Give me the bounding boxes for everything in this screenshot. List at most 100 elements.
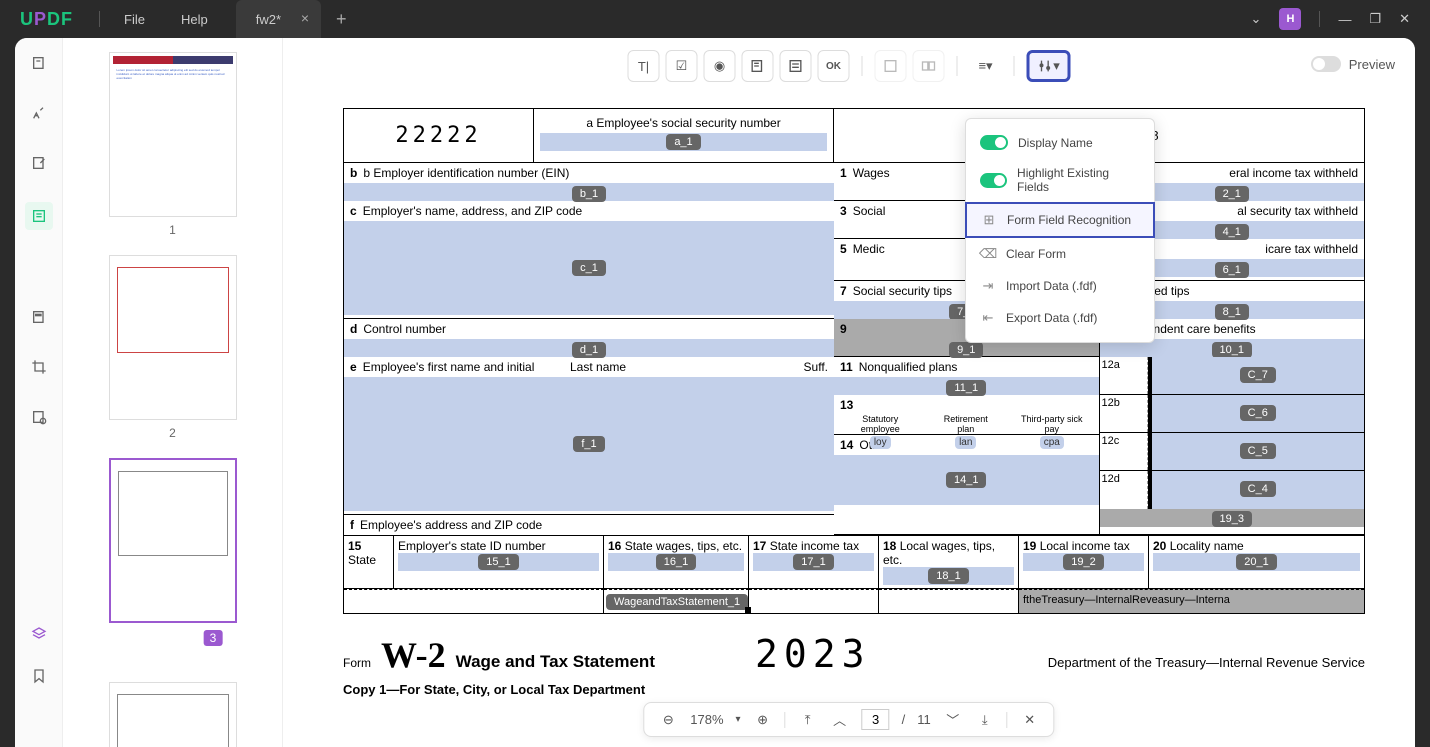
field-f1[interactable]: f_1 [573,436,604,452]
dd-display-name[interactable]: Display Name [966,127,1154,158]
thumbnail-number-2: 2 [73,426,272,440]
protect-tool-icon[interactable] [28,406,50,428]
preview-toggle[interactable]: Preview [1311,56,1395,72]
maximize-icon[interactable]: ❐ [1369,11,1381,27]
new-tab-button[interactable]: + [336,9,347,30]
organize-tool-icon[interactable] [28,306,50,328]
last-page-icon[interactable]: ⤓ [975,712,995,728]
thumbnail-page-1[interactable]: Lorem ipsum dolor sit amet consectetur a… [109,52,237,217]
field-17-1[interactable]: 17_1 [793,554,833,570]
field-13-3[interactable]: cpa [1040,436,1064,449]
box-b: bb Employer identification number (EIN) … [344,163,834,201]
box-a: a Employee's social security number a_1 [534,109,834,162]
field-4-1[interactable]: 4_1 [1215,224,1249,240]
field-c7[interactable]: C_7 [1240,367,1276,383]
field-13-2[interactable]: lan [955,436,976,449]
field-c5[interactable]: C_5 [1240,443,1276,459]
zoom-value: 178% [690,712,723,727]
import-icon: ⇥ [980,278,996,294]
menu-help[interactable]: Help [163,12,226,27]
field-11-1[interactable]: 11_1 [946,380,986,396]
minimize-icon[interactable]: ― [1338,12,1351,27]
field-18-1[interactable]: 18_1 [928,568,968,584]
field-c6[interactable]: C_6 [1240,405,1276,421]
field-10-1[interactable]: 10_1 [1212,342,1252,358]
align-tool[interactable]: ≡▾ [970,50,1002,82]
close-icon[interactable]: × [301,10,309,26]
field-6-1[interactable]: 6_1 [1215,262,1249,278]
tab-title: fw2* [256,12,281,27]
comment-tool-icon[interactable] [28,102,50,124]
document-tab[interactable]: fw2* × [236,0,321,38]
field-d1[interactable]: d_1 [572,342,606,358]
button-tool[interactable]: OK [818,50,850,82]
chevron-down-icon[interactable]: ⌄ [1251,11,1262,27]
prev-page-icon[interactable]: ︿ [830,710,850,729]
thumbnail-panel: Lorem ipsum dolor sit amet consectetur a… [63,38,283,747]
dd-highlight-fields[interactable]: Highlight Existing Fields [966,158,1154,202]
dd-form-recognition[interactable]: ⊞Form Field Recognition [965,202,1155,238]
field-a1[interactable]: a_1 [666,134,700,150]
copy1-text: Copy 1—For State, City, or Local Tax Dep… [343,682,1365,697]
zoom-in-icon[interactable]: ⊕ [753,712,773,728]
field-15-1[interactable]: 15_1 [478,554,518,570]
checkbox-tool[interactable]: ☑ [666,50,698,82]
close-bar-icon[interactable]: ✕ [1020,712,1040,728]
next-page-icon[interactable]: ﹀ [943,710,963,729]
box-e: eEmployee's first name and initialLast n… [344,357,834,515]
toggle-on-icon[interactable] [980,135,1008,150]
field-14-1[interactable]: 14_1 [946,472,986,488]
menu-file[interactable]: File [106,12,163,27]
thumbnail-page-4[interactable] [109,682,237,747]
switch-icon[interactable] [1311,56,1341,72]
dropdown-tool[interactable] [742,50,774,82]
thumbnail-page-2[interactable] [109,255,237,420]
dd-clear-form[interactable]: ⌫Clear Form [966,238,1154,270]
box-d: dControl number d_1 [344,319,834,357]
form-settings-tool[interactable]: ▾ [1027,50,1071,82]
field-c1[interactable]: c_1 [572,260,606,276]
listbox-tool[interactable] [780,50,812,82]
thumbnail-page-3[interactable] [109,458,237,623]
thumbnail-number-1: 1 [73,223,272,237]
form-tool-icon[interactable] [25,202,53,230]
w2-form: 22222 a Employee's social security numbe… [343,108,1365,697]
layers-icon[interactable] [28,623,50,645]
page-total: 11 [917,712,931,727]
field-2-1[interactable]: 2_1 [1215,186,1249,202]
form-settings-dropdown: Display Name Highlight Existing Fields ⊞… [965,118,1155,343]
field-8-1[interactable]: 8_1 [1215,304,1249,320]
field-19-3[interactable]: 19_3 [1212,511,1252,527]
edit-tool-icon[interactable] [28,152,50,174]
avatar[interactable]: H [1279,8,1301,30]
field-wage-stmt[interactable]: WageandTaxStatement_1 [606,594,748,610]
close-window-icon[interactable]: ✕ [1399,11,1410,27]
field-20-1[interactable]: 20_1 [1236,554,1276,570]
field-16-1[interactable]: 16_1 [656,554,696,570]
field-13-1[interactable]: loy [870,436,891,449]
bookmark-icon[interactable] [28,665,50,687]
box-22222: 22222 [344,109,534,162]
radio-tool[interactable]: ◉ [704,50,736,82]
dd-import-data[interactable]: ⇥Import Data (.fdf) [966,270,1154,302]
first-page-icon[interactable]: ⤒ [798,712,818,728]
left-toolbar [15,38,63,747]
field-b1[interactable]: b_1 [572,186,606,202]
crop-tool-icon[interactable] [28,356,50,378]
zoom-dropdown-icon[interactable]: ▾ [736,714,741,725]
image-tool[interactable] [875,50,907,82]
field-9-1[interactable]: 9_1 [949,342,983,358]
page-input[interactable] [862,709,890,730]
field-19-2[interactable]: 19_2 [1063,554,1103,570]
titlebar: UPDF File Help fw2* × + ⌄ H ― ❐ ✕ [0,0,1430,38]
toggle-on-icon[interactable] [980,173,1007,188]
zoom-out-icon[interactable]: ⊖ [658,712,678,728]
text-field-tool[interactable]: T| [628,50,660,82]
clear-icon: ⌫ [980,246,996,262]
form-year: 2023 [755,632,871,676]
signature-tool[interactable] [913,50,945,82]
reader-tool-icon[interactable] [28,52,50,74]
field-c4[interactable]: C_4 [1240,481,1276,497]
dd-export-data[interactable]: ⇤Export Data (.fdf) [966,302,1154,334]
thumbnail-number-3: 3 [204,630,223,646]
